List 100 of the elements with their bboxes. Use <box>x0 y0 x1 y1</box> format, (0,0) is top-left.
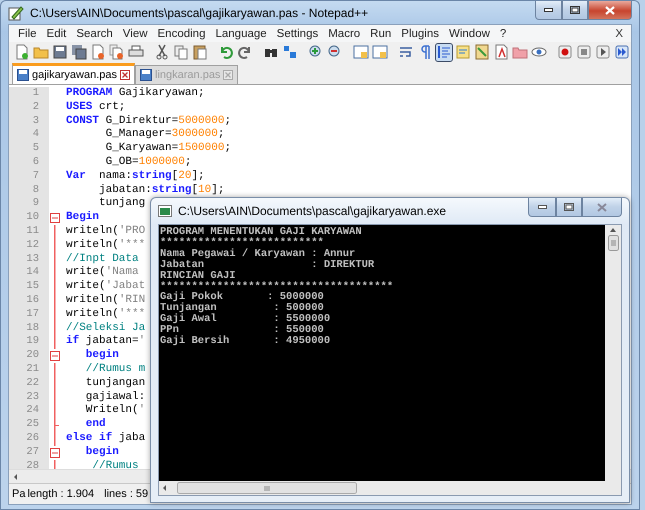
vertical-scrollbar[interactable] <box>605 225 621 481</box>
menu-item[interactable]: ? <box>494 28 512 40</box>
line-number: 2 <box>9 100 49 115</box>
line-number: 20 <box>9 349 49 363</box>
line-number: 22 <box>9 376 49 391</box>
fold-minus-icon[interactable] <box>50 213 60 224</box>
console-line: Nama Pegawai / Karyawan : Annur <box>160 248 356 260</box>
line-number: 13 <box>9 252 49 266</box>
close-button[interactable] <box>588 1 632 20</box>
code-line: G_Manager=3000000; <box>104 128 224 142</box>
toolbar-button[interactable] <box>51 42 69 62</box>
menu-item[interactable]: Edit <box>42 28 72 40</box>
code-line: CONST G_Direktur=5000000; <box>65 114 232 128</box>
window-icon <box>372 44 388 60</box>
document-close-icon <box>90 44 106 60</box>
line-number: 21 <box>9 362 49 377</box>
code-line: PROGRAM Gajikaryawan; <box>65 87 205 101</box>
menu-item[interactable]: Plugins <box>396 28 444 40</box>
minimize-icon <box>538 205 546 209</box>
line-number: 10 <box>9 211 49 225</box>
line-number: 9 <box>9 197 49 212</box>
code-line: writeln('RIN <box>65 294 146 308</box>
fold-minus-icon[interactable] <box>50 448 60 458</box>
toolbar-button[interactable] <box>352 42 370 62</box>
toolbar-button[interactable] <box>191 42 209 62</box>
console-line: Gaji Awal : 5500000 <box>160 314 332 326</box>
minimize-icon <box>544 8 553 12</box>
code-line: write('Jabat <box>65 280 146 294</box>
code-line: if jabatan=' <box>65 335 146 349</box>
line-number: 16 <box>9 294 49 308</box>
lines-label: lines : 59 <box>104 488 148 500</box>
notepad-icon <box>8 4 24 20</box>
line-number: 5 <box>9 142 49 156</box>
menu-item[interactable]: Run <box>365 28 396 40</box>
redo-icon <box>237 44 253 60</box>
console-line: RINCIAN GAJI <box>160 270 236 282</box>
scroll-thumb[interactable] <box>608 235 618 251</box>
code-line: //Rumus <box>91 460 139 469</box>
menu-item[interactable]: Encoding <box>152 28 210 40</box>
line-number: 17 <box>9 308 49 322</box>
scroll-thumb[interactable] <box>177 482 357 494</box>
window-title: C:\Users\AIN\Documents\pascal\gajikaryawan.pas - Notepad++ <box>30 6 368 20</box>
code-line: //Rumus m <box>84 362 146 377</box>
code-line: writeln('*** <box>65 308 146 322</box>
line-number: 12 <box>9 238 49 253</box>
toolbar-button[interactable] <box>556 42 574 62</box>
file-tab[interactable]: gajikaryawan.pas <box>12 63 135 84</box>
menu-item[interactable]: View <box>118 28 153 40</box>
line-number: 3 <box>9 114 49 128</box>
toolbar-button[interactable] <box>594 42 612 62</box>
code-line: jabatan:string[10]; <box>98 184 224 197</box>
indent-guide-icon <box>436 44 452 60</box>
menu-item[interactable]: File <box>13 28 42 40</box>
file-icon <box>140 69 152 81</box>
toolbar-button[interactable] <box>435 42 453 62</box>
menu-item[interactable]: Language <box>210 28 272 40</box>
language-label: Pa <box>12 488 26 500</box>
code-line: G_OB=1000000; <box>104 156 192 170</box>
document-icon <box>14 44 30 60</box>
scissors-icon <box>154 44 170 60</box>
code-line: tunjang <box>98 197 146 212</box>
line-number: 19 <box>9 335 49 350</box>
menu-item[interactable]: Window <box>444 28 495 40</box>
minimize-button[interactable] <box>535 1 562 20</box>
maximize-icon <box>570 6 580 14</box>
maximize-button[interactable] <box>556 198 582 217</box>
line-number: 25 <box>9 418 49 432</box>
map-icon <box>474 44 490 60</box>
minimize-button[interactable] <box>528 198 556 217</box>
fast-forward-icon <box>614 44 630 60</box>
line-number: 15 <box>9 280 49 294</box>
console-line: Tunjangan : 500000 <box>160 303 324 314</box>
code-line: begin <box>84 446 119 460</box>
file-icon <box>17 69 29 81</box>
clipboard-icon <box>192 44 208 60</box>
close-button[interactable] <box>582 198 622 217</box>
console-line: Gaji Bersih : 4950000 <box>160 336 332 347</box>
line-number: 24 <box>9 404 49 418</box>
toolbar-button[interactable] <box>371 42 389 62</box>
code-line: gajiawal: <box>84 390 146 404</box>
console-line: PROGRAM MENENTUKAN GAJI KARYAWAN <box>160 227 363 238</box>
menu-item[interactable]: Macro <box>323 28 366 40</box>
window-icon <box>353 44 369 60</box>
menu-item[interactable]: Settings <box>272 28 324 40</box>
close-document-button[interactable]: X <box>615 28 627 40</box>
code-line: begin <box>84 349 119 363</box>
line-number: 6 <box>9 156 49 170</box>
code-line: Begin <box>65 211 100 225</box>
fold-minus-icon[interactable] <box>50 351 60 362</box>
line-number: 4 <box>9 128 49 142</box>
console-icon <box>158 205 172 217</box>
menu-item[interactable]: Search <box>71 28 118 40</box>
floppy-disks-icon <box>71 44 87 60</box>
close-icon[interactable] <box>120 70 130 80</box>
line-number: 8 <box>9 184 49 198</box>
toolbar-button[interactable] <box>613 42 631 62</box>
toolbar-button[interactable] <box>70 42 88 62</box>
note-icon <box>455 44 471 60</box>
line-number: 27 <box>9 446 49 460</box>
maximize-button[interactable] <box>562 1 588 20</box>
